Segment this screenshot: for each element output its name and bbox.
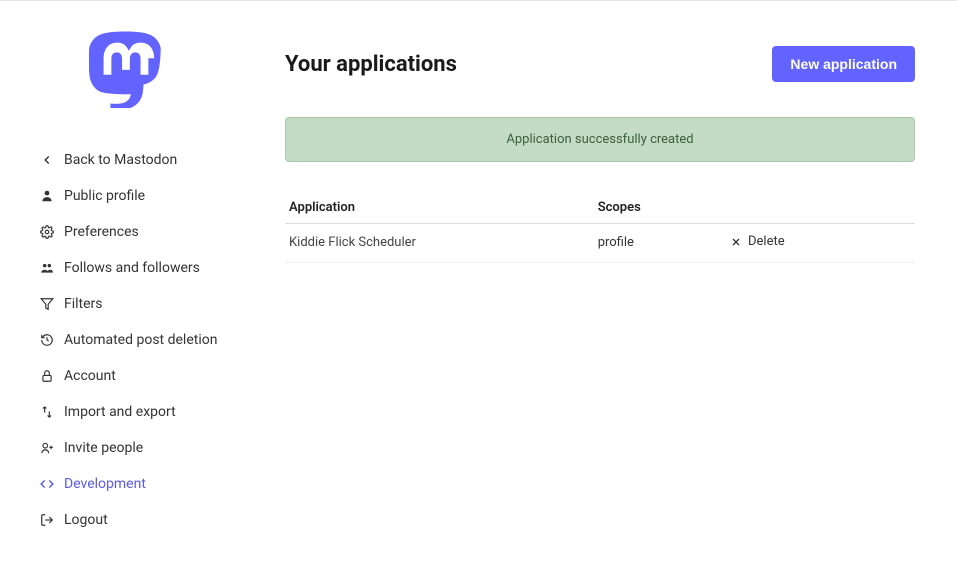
person-icon (40, 189, 54, 203)
code-icon (40, 477, 54, 491)
sidebar-item-label: Invite people (64, 440, 143, 456)
sidebar-item-label: Public profile (64, 188, 145, 204)
flash-success-message: Application successfully created (285, 117, 915, 162)
applications-table: Application Scopes Kiddie Flick Schedule… (285, 192, 915, 263)
sidebar-item-development[interactable]: Development (0, 466, 250, 502)
sidebar-item-label: Automated post deletion (64, 332, 217, 348)
logo-wrap (0, 31, 250, 112)
table-header-actions (726, 192, 915, 224)
application-name-cell[interactable]: Kiddie Flick Scheduler (285, 224, 594, 263)
delete-application-link[interactable]: Delete (730, 234, 785, 249)
mastodon-logo-icon (89, 31, 161, 109)
sidebar-item-follows[interactable]: Follows and followers (0, 250, 250, 286)
sidebar-item-label: Filters (64, 296, 103, 312)
lock-icon (40, 369, 54, 383)
sidebar-item-automated-deletion[interactable]: Automated post deletion (0, 322, 250, 358)
sidebar-item-account[interactable]: Account (0, 358, 250, 394)
close-icon (730, 236, 742, 248)
main-content: Your applications New application Applic… (250, 1, 950, 574)
sidebar-item-import-export[interactable]: Import and export (0, 394, 250, 430)
people-icon (40, 261, 54, 275)
sidebar-item-label: Account (64, 368, 116, 384)
import-export-icon (40, 405, 54, 419)
page-header: Your applications New application (285, 46, 915, 82)
sidebar-item-label: Back to Mastodon (64, 152, 177, 168)
sidebar-item-label: Preferences (64, 224, 139, 240)
sidebar-item-label: Logout (64, 512, 108, 528)
sidebar-item-logout[interactable]: Logout (0, 502, 250, 538)
sidebar-item-preferences[interactable]: Preferences (0, 214, 250, 250)
application-actions-cell: Delete (726, 224, 915, 263)
person-plus-icon (40, 441, 54, 455)
sidebar-item-label: Import and export (64, 404, 176, 420)
sidebar-item-label: Development (64, 476, 146, 492)
sidebar-item-back[interactable]: Back to Mastodon (0, 142, 250, 178)
sidebar-item-label: Follows and followers (64, 260, 200, 276)
sidebar-item-public-profile[interactable]: Public profile (0, 178, 250, 214)
application-scopes-cell: profile (594, 224, 726, 263)
sidebar-item-invite[interactable]: Invite people (0, 430, 250, 466)
history-icon (40, 333, 54, 347)
new-application-button[interactable]: New application (772, 46, 915, 82)
chevron-left-icon (40, 153, 54, 167)
logout-icon (40, 513, 54, 527)
sidebar: Back to Mastodon Public profile Preferen… (0, 1, 250, 574)
table-header-application: Application (285, 192, 594, 224)
table-header-scopes: Scopes (594, 192, 726, 224)
filter-icon (40, 297, 54, 311)
delete-label: Delete (748, 234, 785, 249)
table-row: Kiddie Flick Scheduler profile Delete (285, 224, 915, 263)
sidebar-item-filters[interactable]: Filters (0, 286, 250, 322)
page-title: Your applications (285, 52, 457, 77)
gear-icon (40, 225, 54, 239)
